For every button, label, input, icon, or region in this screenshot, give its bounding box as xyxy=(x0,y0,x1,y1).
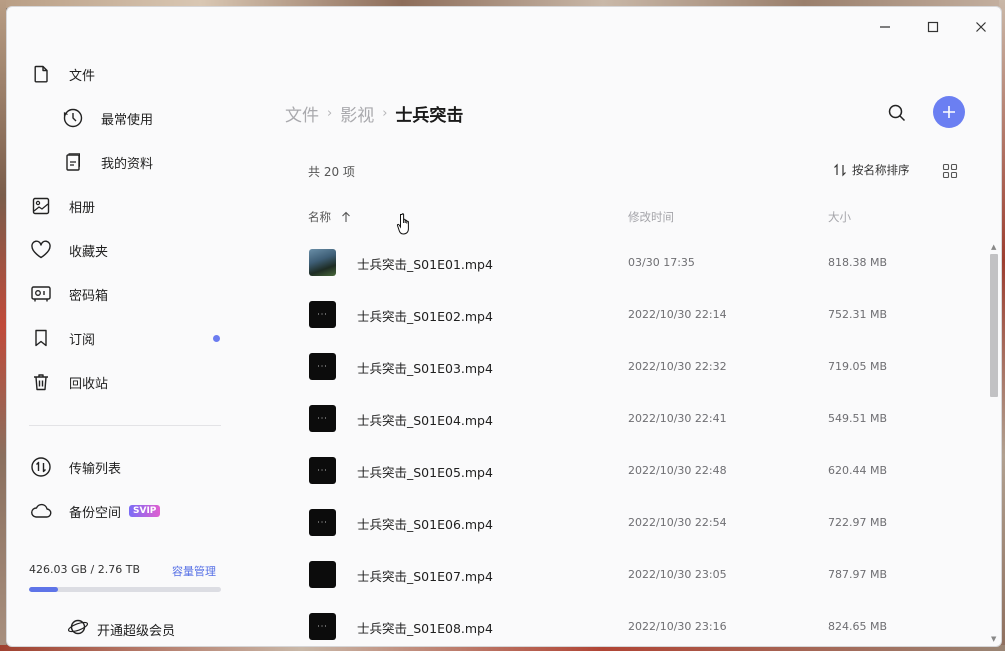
sort-label: 按名称排序 xyxy=(852,163,910,177)
file-row[interactable]: ··· 士兵突击_S01E08.mp4 2022/10/30 23:16 824.65… xyxy=(7,601,987,646)
file-row[interactable]: 士兵突击_S01E07.mp4 2022/10/30 23:05 787.97 MB xyxy=(7,549,987,601)
app-window: 文件 最常使用 我的资料 相册 收藏夹 密码箱 订阅 回收站 传输列表 备份空间… xyxy=(6,6,1002,647)
item-count: 共 20 项 xyxy=(308,165,355,179)
breadcrumb-item[interactable]: 影视 xyxy=(340,101,374,126)
file-modified-time: 2022/10/30 23:16 xyxy=(628,620,727,633)
file-name: 士兵突击_S01E02.mp4 xyxy=(357,309,493,324)
file-modified-time: 03/30 17:35 xyxy=(628,256,695,269)
file-icon xyxy=(29,62,53,86)
video-thumbnail: ··· xyxy=(309,301,336,328)
file-size: 722.97 MB xyxy=(828,516,888,529)
scroll-up-arrow-icon[interactable]: ▲ xyxy=(991,243,996,251)
file-modified-time: 2022/10/30 22:54 xyxy=(628,516,727,529)
breadcrumb-item[interactable]: 文件 xyxy=(285,101,319,126)
sidebar-item-label: 文件 xyxy=(69,68,96,84)
file-size: 787.97 MB xyxy=(828,568,888,581)
file-row[interactable]: ··· 士兵突击_S01E06.mp4 2022/10/30 22:54 722.97… xyxy=(7,497,987,549)
file-size: 620.44 MB xyxy=(828,464,888,477)
close-button[interactable] xyxy=(965,15,997,39)
document-icon xyxy=(61,150,85,174)
file-name: 士兵突击_S01E01.mp4 xyxy=(357,257,493,272)
video-thumbnail: ··· xyxy=(309,457,336,484)
file-row[interactable]: 士兵突击_S01E01.mp4 03/30 17:35 818.38 MB xyxy=(7,237,987,289)
scrollbar-thumb[interactable] xyxy=(990,254,998,397)
chevron-right-icon: › xyxy=(327,106,333,121)
file-row[interactable]: ··· 士兵突击_S01E03.mp4 2022/10/30 22:32 719.05… xyxy=(7,341,987,393)
grid-view-button[interactable] xyxy=(942,163,958,179)
video-thumbnail xyxy=(309,561,336,588)
file-modified-time: 2022/10/30 22:32 xyxy=(628,360,727,373)
minimize-icon xyxy=(880,26,890,28)
grid-icon xyxy=(942,163,958,179)
search-button[interactable] xyxy=(885,101,909,125)
column-header-time[interactable]: 修改时间 xyxy=(628,209,674,225)
video-thumbnail xyxy=(309,249,336,276)
minimize-button[interactable] xyxy=(869,15,901,39)
plus-icon xyxy=(943,106,955,118)
arrow-up-icon xyxy=(342,211,350,222)
file-row[interactable]: ··· 士兵突击_S01E02.mp4 2022/10/30 22:14 752.31… xyxy=(7,289,987,341)
breadcrumb: 文件 › 影视 › 士兵突击 xyxy=(285,101,463,126)
column-header-size[interactable]: 大小 xyxy=(828,209,851,225)
file-name: 士兵突击_S01E03.mp4 xyxy=(357,361,493,376)
sidebar-item-label: 最常使用 xyxy=(101,112,154,128)
file-size: 824.65 MB xyxy=(828,620,888,633)
sort-button[interactable]: 按名称排序 xyxy=(833,162,910,178)
sidebar-item-label: 我的资料 xyxy=(101,156,154,172)
file-name: 士兵突击_S01E08.mp4 xyxy=(357,621,493,636)
file-size: 719.05 MB xyxy=(828,360,888,373)
file-modified-time: 2022/10/30 22:41 xyxy=(628,412,727,425)
sidebar-item-my-documents[interactable]: 我的资料 xyxy=(61,150,153,174)
sidebar-item-label: 相册 xyxy=(69,200,96,216)
file-size: 752.31 MB xyxy=(828,308,888,321)
maximize-icon xyxy=(927,21,939,33)
image-icon xyxy=(29,194,53,218)
add-button[interactable] xyxy=(933,96,965,128)
video-thumbnail: ··· xyxy=(309,509,336,536)
video-thumbnail: ··· xyxy=(309,353,336,380)
sidebar-item-recent[interactable]: 最常使用 xyxy=(61,106,153,130)
sort-icon xyxy=(834,163,846,177)
file-row[interactable]: ··· 士兵突击_S01E05.mp4 2022/10/30 22:48 620.44… xyxy=(7,445,987,497)
file-name: 士兵突击_S01E05.mp4 xyxy=(357,465,493,480)
file-name: 士兵突击_S01E04.mp4 xyxy=(357,413,493,428)
sidebar-item-files[interactable]: 文件 xyxy=(29,62,95,86)
video-thumbnail: ··· xyxy=(309,613,336,640)
file-size: 549.51 MB xyxy=(828,412,888,425)
video-thumbnail: ··· xyxy=(309,405,336,432)
search-icon xyxy=(888,104,906,122)
close-icon xyxy=(976,22,986,32)
file-name: 士兵突击_S01E07.mp4 xyxy=(357,569,493,584)
scrollbar[interactable]: ▲ ▼ xyxy=(989,243,999,643)
file-modified-time: 2022/10/30 22:48 xyxy=(628,464,727,477)
scroll-down-arrow-icon[interactable]: ▼ xyxy=(991,635,996,643)
page-title: 士兵突击 xyxy=(395,106,464,126)
clock-icon xyxy=(61,106,85,130)
file-size: 818.38 MB xyxy=(828,256,888,269)
file-modified-time: 2022/10/30 22:14 xyxy=(628,308,727,321)
file-modified-time: 2022/10/30 23:05 xyxy=(628,568,727,581)
chevron-right-icon: › xyxy=(382,106,388,121)
file-name: 士兵突击_S01E06.mp4 xyxy=(357,517,493,532)
file-row[interactable]: ··· 士兵突击_S01E04.mp4 2022/10/30 22:41 549.51… xyxy=(7,393,987,445)
maximize-button[interactable] xyxy=(917,15,949,39)
hand-cursor-icon xyxy=(396,213,409,235)
sidebar-item-album[interactable]: 相册 xyxy=(29,194,95,218)
column-header-name[interactable]: 名称 xyxy=(308,209,351,225)
